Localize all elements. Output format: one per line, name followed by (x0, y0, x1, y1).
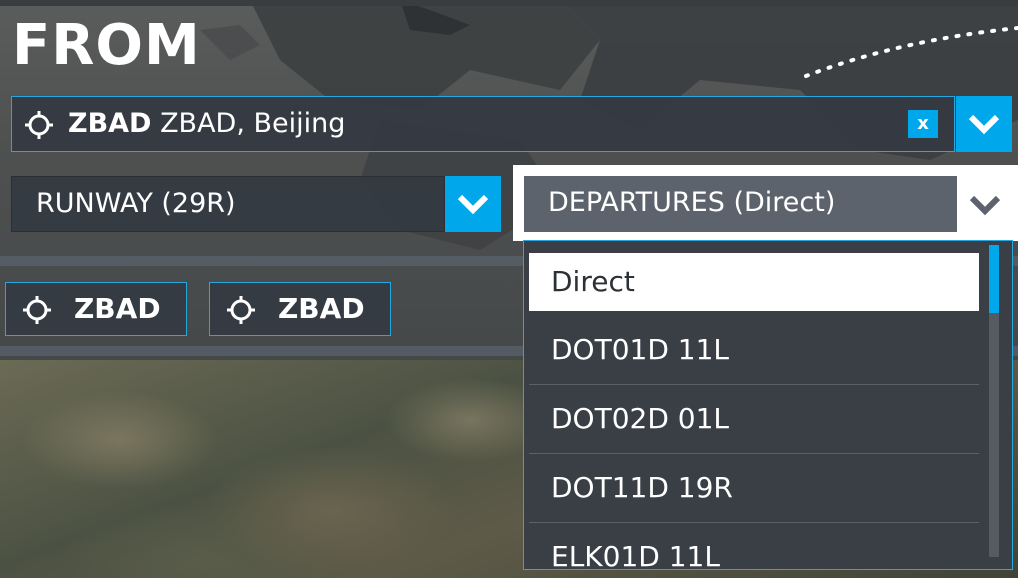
dropdown-option[interactable]: DOT11D 19R (529, 455, 979, 523)
airport-name: ZBAD, Beijing (160, 108, 346, 139)
option-label: DOT01D 11L (551, 333, 730, 366)
target-icon (227, 296, 255, 324)
option-label: DOT02D 01L (551, 402, 730, 435)
airport-dropdown-button[interactable] (956, 96, 1012, 152)
origin-chip[interactable]: ZBAD (5, 282, 187, 336)
runway-select[interactable]: RUNWAY (29R) (11, 176, 445, 232)
chevron-down-icon (968, 114, 1000, 135)
option-label: Direct (551, 265, 635, 298)
dropdown-option[interactable]: ELK01D 11L (529, 524, 979, 570)
chevron-down-icon[interactable] (965, 188, 1005, 220)
option-label: DOT11D 19R (551, 471, 733, 504)
option-label: ELK01D 11L (551, 540, 720, 570)
dropdown-option[interactable]: DOT02D 01L (529, 386, 979, 454)
scrollbar-thumb[interactable] (989, 245, 999, 313)
top-stripe (0, 0, 1018, 6)
departures-label: DEPARTURES (Direct) (548, 187, 836, 218)
chip-label: ZBAD (278, 292, 365, 325)
departures-select[interactable]: DEPARTURES (Direct) (524, 176, 957, 232)
runway-label: RUNWAY (29R) (36, 188, 236, 219)
origin-chip[interactable]: ZBAD (209, 282, 391, 336)
departures-dropdown-list[interactable]: Direct DOT01D 11L DOT02D 01L DOT11D 19R … (523, 240, 1013, 570)
runway-dropdown-button[interactable] (445, 176, 501, 232)
dropdown-option[interactable]: DOT01D 11L (529, 317, 979, 385)
page-title: FROM (12, 13, 201, 78)
clear-airport-button[interactable]: x (908, 110, 938, 138)
target-icon (23, 296, 51, 324)
airport-code: ZBAD (68, 108, 152, 139)
dropdown-option-selected[interactable]: Direct (529, 253, 979, 311)
target-icon (25, 111, 53, 139)
chip-label: ZBAD (74, 292, 161, 325)
airport-label: ZBAD ZBAD, Beijing (68, 107, 345, 141)
airport-field[interactable]: ZBAD ZBAD, Beijing (11, 96, 955, 152)
chevron-down-icon (457, 194, 489, 215)
